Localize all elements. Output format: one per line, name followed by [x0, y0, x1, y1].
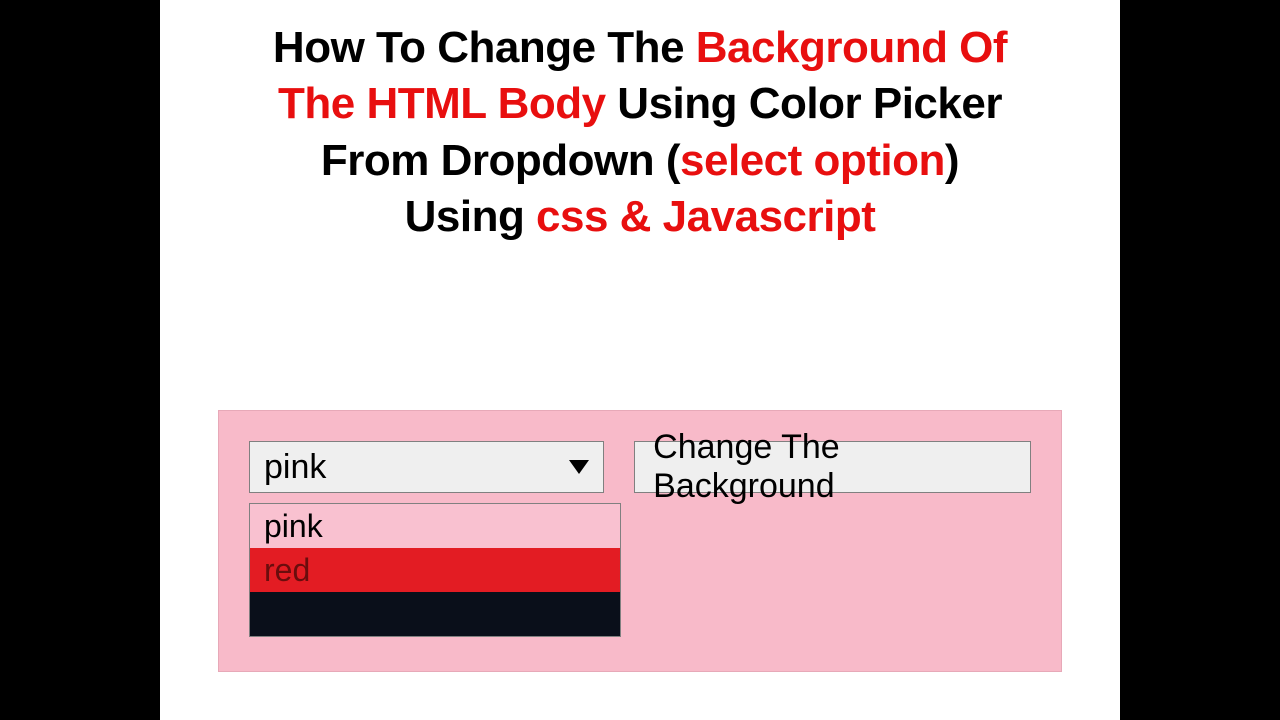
title-line-3: From Dropdown (select option) — [190, 133, 1090, 189]
color-select-value: pink — [264, 448, 326, 487]
controls-row: pink Change The Background — [249, 441, 1031, 493]
page-title: How To Change The Background Of The HTML… — [160, 0, 1120, 245]
title-seg: Background Of — [696, 23, 1007, 72]
title-line-2: The HTML Body Using Color Picker — [190, 76, 1090, 132]
title-line-4: Using css & Javascript — [190, 189, 1090, 245]
content-stage: How To Change The Background Of The HTML… — [160, 0, 1120, 720]
title-seg: ) — [945, 136, 959, 185]
change-background-button[interactable]: Change The Background — [634, 441, 1031, 493]
option-dark[interactable] — [250, 592, 620, 636]
title-seg: Using Color Picker — [606, 79, 1002, 128]
color-select-options: pink red — [249, 503, 621, 637]
title-seg: Using — [405, 192, 536, 241]
demo-panel: pink Change The Background pink red — [218, 410, 1062, 672]
title-seg: select option — [680, 136, 945, 185]
option-pink[interactable]: pink — [250, 504, 620, 548]
option-label: red — [264, 552, 310, 589]
title-seg: How To Change The — [273, 23, 696, 72]
chevron-down-icon — [569, 460, 589, 474]
title-line-1: How To Change The Background Of — [190, 20, 1090, 76]
option-label: pink — [264, 508, 323, 545]
color-select[interactable]: pink — [249, 441, 604, 493]
option-red[interactable]: red — [250, 548, 620, 592]
title-seg: From Dropdown ( — [321, 136, 680, 185]
title-seg: css & Javascript — [536, 192, 875, 241]
title-seg: The HTML Body — [278, 79, 606, 128]
button-label: Change The Background — [653, 428, 1012, 506]
